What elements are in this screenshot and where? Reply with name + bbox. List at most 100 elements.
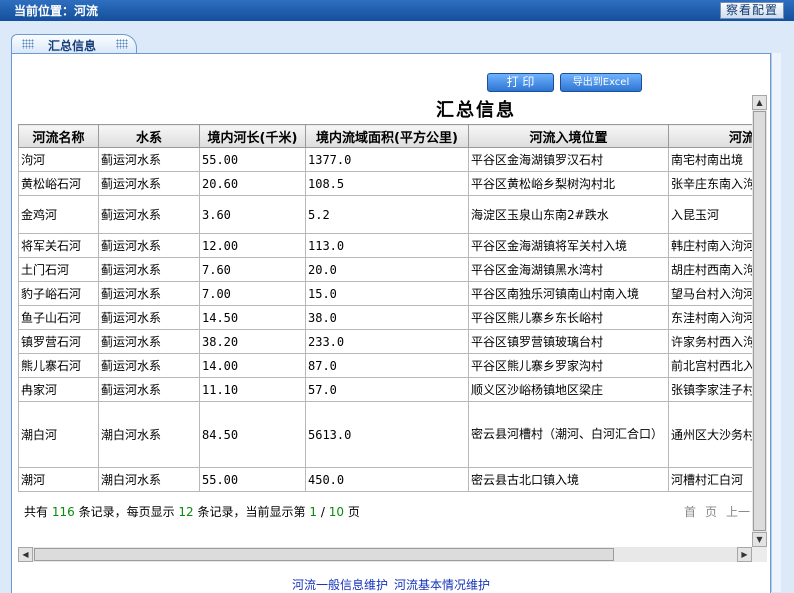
cell-water-system: 蓟运河水系 [98, 377, 200, 402]
cell-area: 1377.0 [305, 147, 469, 172]
total-pages: 10 [328, 505, 344, 519]
cell-entry-location: 平谷区熊儿寨乡东长峪村 [468, 305, 669, 330]
cell-river-name: 土门石河 [18, 257, 99, 282]
cell-exit-location: 韩庄村南入泃河 [668, 233, 752, 258]
river-basic-info-link[interactable]: 河流基本情况维护 [394, 578, 490, 592]
table-row[interactable]: 黄松峪石河 蓟运河水系 20.60 108.5 平谷区黄松峪乡梨树沟村北 张辛庄东南入泃 [18, 171, 752, 196]
summary-table: 河流名称 水系 境内河长(千米) 境内流域面积(平方公里) 河流入境位置 河流 … [18, 124, 752, 492]
cell-river-name: 潮河 [18, 467, 99, 492]
cell-area: 233.0 [305, 329, 469, 354]
table-row[interactable]: 豹子峪石河 蓟运河水系 7.00 15.0 平谷区南独乐河镇南山村南入境 望马台村入泃河 [18, 281, 752, 306]
scroll-right-arrow-icon[interactable]: ▶ [737, 547, 752, 562]
column-header-length[interactable]: 境内河长(千米) [199, 124, 306, 148]
cell-entry-location: 顺义区沙峪杨镇地区梁庄 [468, 377, 669, 402]
cell-water-system: 蓟运河水系 [98, 171, 200, 196]
column-header-area[interactable]: 境内流域面积(平方公里) [305, 124, 469, 148]
horizontal-scrollbar[interactable]: ◀ ▶ [18, 547, 752, 562]
column-header-entry[interactable]: 河流入境位置 [468, 124, 669, 148]
view-config-button[interactable]: 察看配置 [719, 2, 784, 19]
cell-area: 87.0 [305, 353, 469, 378]
table-row[interactable]: 金鸡河 蓟运河水系 3.60 5.2 海淀区玉泉山东南2#跌水 入昆玉河 [18, 195, 752, 234]
cell-length: 55.00 [199, 147, 306, 172]
table-row[interactable]: 将军关石河 蓟运河水系 12.00 113.0 平谷区金海湖镇将军关村入境 韩庄村南入泃河 [18, 233, 752, 258]
cell-entry-location: 平谷区金海湖镇将军关村入境 [468, 233, 669, 258]
vertical-scrollbar[interactable]: ▲ ▼ [752, 95, 767, 547]
cell-area: 108.5 [305, 171, 469, 196]
current-page: 1 [309, 505, 318, 519]
first-page-link[interactable]: 首 [684, 505, 696, 519]
scroll-left-arrow-icon[interactable]: ◀ [18, 547, 33, 562]
export-excel-button[interactable]: 导出到Excel [560, 73, 642, 92]
cell-length: 38.20 [199, 329, 306, 354]
cell-area: 113.0 [305, 233, 469, 258]
horizontal-scroll-thumb[interactable] [34, 548, 614, 561]
cell-area: 5.2 [305, 195, 469, 234]
cell-length: 11.10 [199, 377, 306, 402]
cell-entry-location: 密云县古北口镇入境 [468, 467, 669, 492]
table-row[interactable]: 泃河 蓟运河水系 55.00 1377.0 平谷区金海湖镇罗汉石村 南宅村南出境 [18, 147, 752, 172]
cell-length: 7.00 [199, 281, 306, 306]
first-page-link-suffix[interactable]: 页 [705, 505, 717, 519]
cell-entry-location: 密云县河槽村（潮河、白河汇合口） [468, 401, 669, 468]
total-records: 116 [51, 505, 75, 519]
river-general-info-link[interactable]: 河流一般信息维护 [292, 578, 388, 592]
print-button[interactable]: 打 印 [487, 73, 554, 92]
column-header-name[interactable]: 河流名称 [18, 124, 99, 148]
cell-river-name: 豹子峪石河 [18, 281, 99, 306]
per-page-count: 12 [178, 505, 194, 519]
table-header-row: 河流名称 水系 境内河长(千米) 境内流域面积(平方公里) 河流入境位置 河流 [18, 124, 752, 148]
cell-water-system: 蓟运河水系 [98, 195, 200, 234]
cell-length: 55.00 [199, 467, 306, 492]
grip-dots-icon [22, 39, 34, 49]
prev-page-link[interactable]: 上一 [726, 505, 750, 519]
scroll-up-arrow-icon[interactable]: ▲ [752, 95, 767, 110]
cell-exit-location: 张辛庄东南入泃 [668, 171, 752, 196]
cell-exit-location: 入昆玉河 [668, 195, 752, 234]
cell-river-name: 将军关石河 [18, 233, 99, 258]
cell-exit-location: 望马台村入泃河 [668, 281, 752, 306]
page-suffix: 页 [347, 505, 360, 519]
cell-exit-location: 前北宫村西北入 [668, 353, 752, 378]
cell-area: 57.0 [305, 377, 469, 402]
cell-area: 38.0 [305, 305, 469, 330]
column-header-exit[interactable]: 河流 [668, 124, 752, 148]
cell-river-name: 泃河 [18, 147, 99, 172]
table-row[interactable]: 熊儿寨石河 蓟运河水系 14.00 87.0 平谷区熊儿寨乡罗家沟村 前北宫村西北入 [18, 353, 752, 378]
cell-water-system: 蓟运河水系 [98, 233, 200, 258]
cell-length: 14.00 [199, 353, 306, 378]
cell-length: 12.00 [199, 233, 306, 258]
cell-area: 15.0 [305, 281, 469, 306]
cell-entry-location: 平谷区镇罗营镇玻璃台村 [468, 329, 669, 354]
cell-water-system: 潮白河水系 [98, 401, 200, 468]
cell-exit-location: 河槽村汇白河 [668, 467, 752, 492]
cell-length: 20.60 [199, 171, 306, 196]
cell-river-name: 镇罗营石河 [18, 329, 99, 354]
cell-entry-location: 海淀区玉泉山东南2#跌水 [468, 195, 669, 234]
tab-summary-label: 汇总信息 [48, 39, 97, 53]
record-summary: 共有 116 条记录，每页显示 12 条记录，当前显示第 1 / 10 页 [24, 503, 360, 520]
table-row[interactable]: 潮河 潮白河水系 55.00 450.0 密云县古北口镇入境 河槽村汇白河 [18, 467, 752, 492]
table-row[interactable]: 冉家河 蓟运河水系 11.10 57.0 顺义区沙峪杨镇地区梁庄 张镇李家洼子村 [18, 377, 752, 402]
cell-exit-location: 胡庄村西南入泃 [668, 257, 752, 282]
per-page-text: 条记录，每页显示 [78, 505, 175, 519]
cell-area: 20.0 [305, 257, 469, 282]
page-title: 汇总信息 [436, 100, 516, 121]
cell-river-name: 金鸡河 [18, 195, 99, 234]
scrollbar-corner [752, 547, 767, 562]
cell-entry-location: 平谷区黄松峪乡梨树沟村北 [468, 171, 669, 196]
scroll-down-arrow-icon[interactable]: ▼ [752, 532, 767, 547]
table-row[interactable]: 土门石河 蓟运河水系 7.60 20.0 平谷区金海湖镇黑水湾村 胡庄村西南入泃 [18, 257, 752, 282]
cell-river-name: 冉家河 [18, 377, 99, 402]
table-row[interactable]: 潮白河 潮白河水系 84.50 5613.0 密云县河槽村（潮河、白河汇合口） 通州区大沙… [18, 401, 752, 468]
cell-entry-location: 平谷区金海湖镇罗汉石村 [468, 147, 669, 172]
cell-exit-location: 通州区大沙务村 [668, 401, 752, 468]
cell-water-system: 蓟运河水系 [98, 353, 200, 378]
vertical-scroll-thumb[interactable] [753, 111, 766, 531]
table-row[interactable]: 镇罗营石河 蓟运河水系 38.20 233.0 平谷区镇罗营镇玻璃台村 许家务村西入泃 [18, 329, 752, 354]
table-row[interactable]: 鱼子山石河 蓟运河水系 14.50 38.0 平谷区熊儿寨乡东长峪村 东洼村南入泃河 [18, 305, 752, 330]
bottom-links: 河流一般信息维护 河流基本情况维护 [292, 576, 496, 593]
summary-table-viewport: 河流名称 水系 境内河长(千米) 境内流域面积(平方公里) 河流入境位置 河流 … [18, 124, 752, 494]
cell-length: 7.60 [199, 257, 306, 282]
column-header-system[interactable]: 水系 [98, 124, 200, 148]
tab-summary[interactable]: 汇总信息 [11, 34, 137, 54]
